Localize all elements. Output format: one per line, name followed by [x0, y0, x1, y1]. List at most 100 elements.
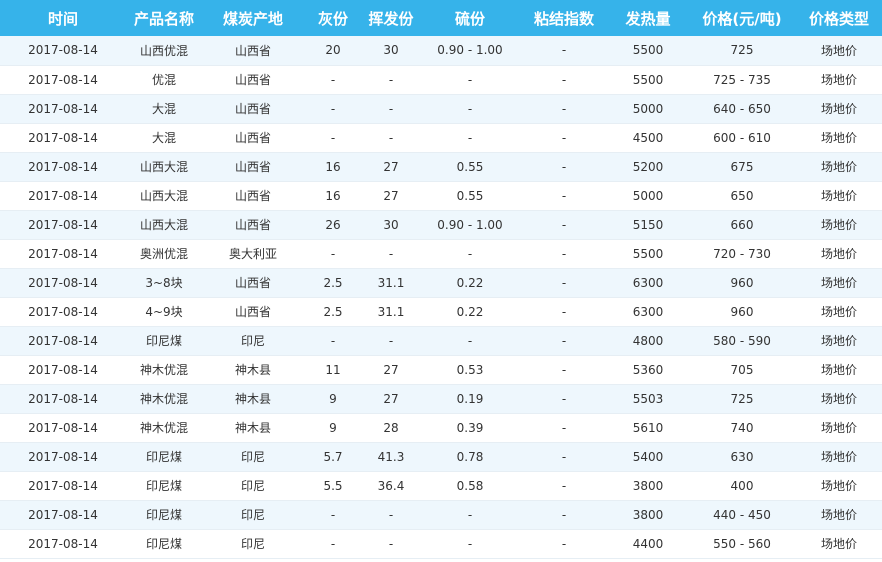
cell-sulfur: 0.22	[456, 275, 484, 290]
cell-time: 2017-08-14	[28, 478, 98, 493]
cell-origin: 神木县	[234, 392, 271, 406]
cell-ash: 2.5	[323, 304, 343, 319]
cell-caking-index: -	[561, 536, 567, 551]
cell-origin: 印尼	[240, 334, 265, 348]
cell-origin: 山西省	[234, 276, 271, 290]
table-row: 2017-08-14 神木优混 神木县 9 28 0.39 - 5610 740 场地价	[0, 413, 882, 442]
cell-ash: -	[330, 536, 336, 551]
cell-product-name: 3~8块	[145, 276, 183, 290]
cell-ash: 5.5	[323, 478, 343, 493]
cell-caking-index: -	[561, 275, 567, 290]
cell-price-type: 场地价	[820, 450, 857, 464]
cell-ash: 20	[325, 43, 341, 58]
cell-calorific-value: 6300	[632, 275, 664, 290]
table-row: 2017-08-14 大混 山西省 - - - - 4500 600 - 610 场地价	[0, 123, 882, 152]
table-row: 2017-08-14 印尼煤 印尼 5.5 36.4 0.58 - 3800 400 场地价	[0, 471, 882, 500]
cell-sulfur: -	[467, 130, 473, 145]
column-header-origin: 煤炭产地	[222, 9, 283, 28]
cell-time: 2017-08-14	[28, 304, 98, 319]
cell-volatile: 27	[383, 159, 399, 174]
cell-ash: 9	[329, 391, 337, 406]
cell-caking-index: -	[561, 420, 567, 435]
cell-origin: 印尼	[240, 450, 265, 464]
cell-ash: 2.5	[323, 275, 343, 290]
column-header-price-type: 价格类型	[808, 9, 869, 28]
cell-price-type: 场地价	[820, 131, 857, 145]
cell-calorific-value: 5000	[632, 188, 664, 203]
cell-time: 2017-08-14	[28, 536, 98, 551]
cell-product-name: 山西大混	[139, 218, 188, 232]
cell-time: 2017-08-14	[28, 217, 98, 232]
table-row: 2017-08-14 3~8块 山西省 2.5 31.1 0.22 - 6300 960 场地价	[0, 268, 882, 297]
cell-price-type: 场地价	[820, 479, 857, 493]
cell-price-type: 场地价	[820, 160, 857, 174]
cell-time: 2017-08-14	[28, 43, 98, 58]
table-header: 时间 产品名称 煤炭产地 灰份 挥发份 硫份 粘结指数 发热量 价格(元/吨) 价格类型	[0, 0, 882, 36]
cell-volatile: -	[388, 507, 394, 522]
cell-calorific-value: 5500	[632, 246, 664, 261]
cell-sulfur: 0.90 - 1.00	[437, 217, 503, 232]
cell-price-type: 场地价	[820, 334, 857, 348]
table-row: 2017-08-14 山西大混 山西省 26 30 0.90 - 1.00 - 5150 660…	[0, 210, 882, 239]
cell-price: 640 - 650	[713, 101, 771, 116]
column-header-time: 时间	[47, 9, 78, 28]
cell-product-name: 山西大混	[139, 160, 188, 174]
cell-product-name: 神木优混	[139, 392, 188, 406]
cell-price: 580 - 590	[713, 333, 771, 348]
cell-time: 2017-08-14	[28, 507, 98, 522]
cell-product-name: 神木优混	[139, 421, 188, 435]
cell-product-name: 印尼煤	[145, 479, 182, 493]
cell-calorific-value: 5500	[632, 72, 664, 87]
cell-product-name: 优混	[151, 73, 176, 87]
cell-sulfur: 0.22	[456, 304, 484, 319]
cell-time: 2017-08-14	[28, 362, 98, 377]
column-header-volatile: 挥发份	[368, 9, 414, 28]
cell-product-name: 大混	[151, 102, 176, 116]
column-header-sulfur: 硫份	[454, 9, 485, 28]
cell-price: 660	[730, 217, 754, 232]
cell-caking-index: -	[561, 478, 567, 493]
cell-volatile: -	[388, 246, 394, 261]
cell-product-name: 大混	[151, 131, 176, 145]
cell-volatile: -	[388, 333, 394, 348]
cell-volatile: -	[388, 101, 394, 116]
cell-sulfur: 0.90 - 1.00	[437, 43, 503, 58]
cell-origin: 山西省	[234, 131, 271, 145]
cell-calorific-value: 5503	[632, 391, 664, 406]
cell-caking-index: -	[561, 246, 567, 261]
cell-origin: 山西省	[234, 305, 271, 319]
cell-product-name: 印尼煤	[145, 450, 182, 464]
cell-origin: 印尼	[240, 508, 265, 522]
cell-caking-index: -	[561, 130, 567, 145]
cell-price-type: 场地价	[820, 218, 857, 232]
cell-product-name: 印尼煤	[145, 537, 182, 551]
cell-sulfur: 0.55	[456, 159, 484, 174]
cell-price-type: 场地价	[820, 43, 857, 58]
cell-price-type: 场地价	[820, 189, 857, 203]
table-row: 2017-08-14 神木优混 神木县 9 27 0.19 - 5503 725 场地价	[0, 384, 882, 413]
cell-origin: 印尼	[240, 479, 265, 493]
cell-volatile: 27	[383, 391, 399, 406]
cell-ash: -	[330, 333, 336, 348]
cell-ash: 16	[325, 188, 341, 203]
table-row: 2017-08-14 山西大混 山西省 16 27 0.55 - 5000 650 场地价	[0, 181, 882, 210]
cell-ash: 16	[325, 159, 341, 174]
cell-volatile: -	[388, 536, 394, 551]
cell-price-type: 场地价	[820, 305, 857, 319]
cell-price: 720 - 730	[713, 246, 771, 261]
cell-sulfur: 0.53	[456, 362, 484, 377]
cell-price-type: 场地价	[820, 102, 857, 116]
cell-price: 550 - 560	[713, 536, 771, 551]
table-body: 2017-08-14 山西优混 山西省 20 30 0.90 - 1.00-5500 725…	[0, 36, 882, 558]
cell-sulfur: -	[467, 246, 473, 261]
cell-ash: -	[330, 101, 336, 116]
cell-calorific-value: 4400	[632, 536, 664, 551]
cell-price-type: 场地价	[820, 537, 857, 551]
cell-volatile: 41.3	[377, 449, 405, 464]
cell-origin: 山西省	[234, 73, 271, 87]
cell-calorific-value: 6300	[632, 304, 664, 319]
cell-caking-index: -	[561, 188, 567, 203]
cell-origin: 神木县	[234, 363, 271, 377]
cell-volatile: 27	[383, 188, 399, 203]
cell-sulfur: 0.19	[456, 391, 484, 406]
